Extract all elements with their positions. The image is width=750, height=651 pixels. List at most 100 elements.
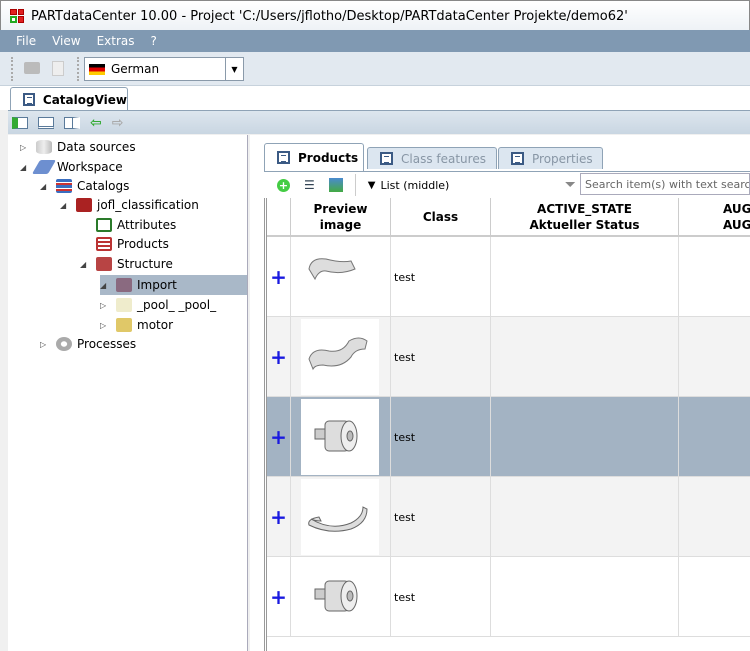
toolbar-grip[interactable] (11, 57, 14, 81)
german-flag-icon (89, 63, 105, 75)
tree-item-processes[interactable]: ▷ Processes (40, 334, 136, 354)
folder-icon (96, 257, 112, 271)
table-row[interactable]: + test (267, 317, 750, 397)
tree-label: Products (117, 237, 169, 251)
active-state-cell (491, 557, 679, 637)
tab-label: Class features (401, 151, 486, 166)
expand-plus-icon[interactable]: + (267, 477, 291, 557)
tab-label: CatalogView (42, 92, 127, 107)
tree-item-motor[interactable]: ▷ motor (100, 315, 173, 335)
new-document-icon[interactable] (52, 61, 64, 76)
tree-item-pool[interactable]: ▷ _pool_ _pool_ (100, 295, 216, 315)
table-row[interactable]: + test (267, 237, 750, 317)
expand-plus-icon[interactable]: + (267, 317, 291, 397)
tree-item-workspace[interactable]: ◢ Workspace (20, 157, 123, 177)
folder-icon (116, 298, 132, 312)
document-icon (277, 151, 290, 164)
augs-cell (679, 317, 750, 397)
part-preview-image (308, 337, 368, 371)
expand-plus-icon[interactable]: + (267, 557, 291, 637)
expand-plus-icon[interactable]: + (267, 237, 291, 317)
preview-image-cell (291, 317, 391, 397)
tree-item-import[interactable]: ◢ Import (100, 275, 247, 295)
attributes-icon (96, 218, 112, 232)
augs-cell (679, 397, 750, 477)
document-icon (511, 152, 524, 165)
catalogs-icon (56, 179, 72, 193)
search-input[interactable]: Search item(s) with text search (580, 173, 750, 195)
class-cell: test (391, 397, 491, 477)
document-icon (380, 152, 393, 165)
split-horizontal-icon[interactable] (38, 116, 54, 129)
view-mode-select[interactable]: List (middle) (380, 179, 449, 192)
expand-plus-icon[interactable]: + (267, 397, 291, 477)
split-vertical-icon[interactable] (64, 116, 80, 129)
view-mode-dropdown-icon[interactable]: ▼ (368, 180, 376, 191)
column-header-preview[interactable]: Preview image (291, 198, 391, 237)
tree-item-jofl-classification[interactable]: ◢ jofl_classification (60, 195, 199, 215)
tree-label: Catalogs (77, 179, 130, 193)
toolbar-grip[interactable] (77, 57, 80, 81)
tree-label: Import (137, 278, 177, 292)
document-icon (23, 93, 35, 106)
window-title: PARTdataCenter 10.00 - Project 'C:/Users… (31, 9, 628, 24)
tab-properties[interactable]: Properties (498, 147, 603, 169)
back-arrow-icon[interactable]: ⇦ (90, 115, 102, 131)
table-row[interactable]: + test (267, 477, 750, 557)
tab-class-features[interactable]: Class features (367, 147, 497, 169)
column-header-active-state[interactable]: ACTIVE_STATE Aktueller Status (491, 198, 679, 237)
forward-arrow-icon[interactable]: ⇨ (112, 115, 124, 131)
filter-icon[interactable]: ⏷ (565, 177, 576, 193)
tab-products[interactable]: Products (264, 143, 364, 171)
tree-label: Processes (77, 337, 137, 351)
tree-item-attributes[interactable]: Attributes (80, 215, 176, 235)
menu-view[interactable]: View (52, 34, 80, 48)
tree-label: Workspace (57, 160, 123, 174)
menu-bar: File View Extras ? (0, 30, 750, 52)
class-cell: test (391, 237, 491, 317)
part-preview-image (308, 506, 368, 532)
preview-image-cell (291, 237, 391, 317)
tab-catalogview[interactable]: CatalogView (10, 87, 128, 111)
language-select[interactable]: German ▼ (84, 57, 244, 81)
toggle-panel-icon[interactable] (12, 116, 28, 129)
tree-label: Attributes (117, 218, 177, 232)
preview-image-cell (291, 557, 391, 637)
preview-image-cell (291, 397, 391, 477)
tree-item-structure[interactable]: ◢ Structure (80, 254, 173, 274)
column-header-augs[interactable]: AUGS AUGS (679, 198, 750, 237)
folder-icon (116, 278, 132, 292)
tree-item-products[interactable]: Products (80, 234, 169, 254)
tab-label: Properties (532, 151, 593, 166)
menu-file[interactable]: File (16, 34, 36, 48)
title-bar: PARTdataCenter 10.00 - Project 'C:/Users… (0, 0, 750, 30)
menu-help[interactable]: ? (151, 34, 157, 48)
tree-label: Data sources (57, 140, 136, 154)
tree-item-catalogs[interactable]: ◢ Catalogs (40, 176, 129, 196)
open-folder-icon[interactable] (24, 62, 40, 74)
part-preview-image (314, 580, 358, 612)
tree-label: motor (137, 318, 174, 332)
active-state-cell (491, 317, 679, 397)
menu-extras[interactable]: Extras (97, 34, 135, 48)
tab-label: Products (298, 150, 359, 165)
chevron-down-icon[interactable]: ▼ (225, 58, 243, 80)
database-icon (36, 140, 52, 154)
tree-label: Structure (117, 257, 173, 271)
row-header-corner (267, 198, 291, 237)
language-value: German (111, 62, 160, 76)
tree-label: jofl_classification (97, 198, 199, 212)
workspace-icon (31, 160, 57, 174)
list-icon[interactable]: ☰ (304, 178, 315, 192)
save-image-icon[interactable] (328, 178, 343, 192)
catalog-book-icon (76, 198, 92, 212)
column-header-class[interactable]: Class (391, 198, 491, 237)
active-state-cell (491, 477, 679, 557)
table-row[interactable]: + test (267, 557, 750, 637)
add-icon[interactable]: + (277, 178, 290, 192)
augs-cell (679, 557, 750, 637)
table-row[interactable]: + test (267, 397, 750, 477)
tree-item-data-sources[interactable]: ▷ Data sources (20, 137, 136, 157)
part-preview-image (314, 420, 358, 452)
products-grid: Preview image Class ACTIVE_STATE Aktuell… (264, 198, 750, 651)
